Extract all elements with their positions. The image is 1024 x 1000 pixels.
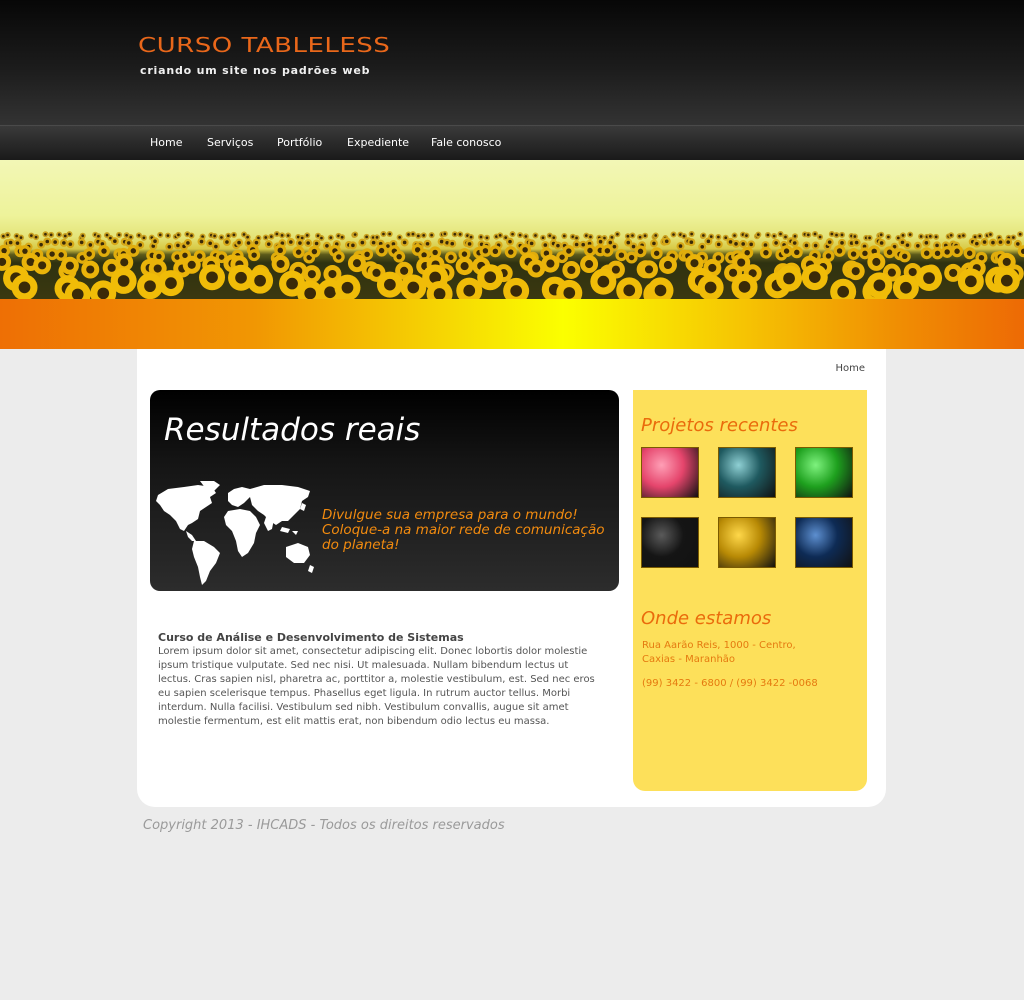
article: Curso de Análise e Desenvolvimento de Si… xyxy=(158,631,598,729)
feature-text: Divulgue sua empresa para o mundo! Coloq… xyxy=(322,507,605,553)
address-line-1: Rua Aarão Reis, 1000 - Centro, xyxy=(642,640,796,651)
content-area: Home Resultados reais Divulgue sua empre… xyxy=(137,349,886,807)
feature-title: Resultados reais xyxy=(164,412,421,448)
location-heading: Onde estamos xyxy=(641,608,772,629)
logo-title[interactable]: Curso Tableless xyxy=(138,34,390,57)
logo-subtitle: criando um site nos padrões web xyxy=(140,64,371,77)
article-title: Curso de Análise e Desenvolvimento de Si… xyxy=(158,631,464,644)
site-header: Curso Tableless criando um site nos padr… xyxy=(0,0,1024,125)
phone-numbers: (99) 3422 - 6800 / (99) 3422 -0068 xyxy=(642,678,818,689)
main-nav: Home Serviços Portfólio Expediente Fale … xyxy=(0,125,1024,160)
footer-copyright: Copyright 2013 - IHCADS - Todos os direi… xyxy=(143,818,505,833)
project-thumbnail[interactable] xyxy=(795,447,853,498)
project-thumbnail[interactable] xyxy=(718,517,776,568)
project-thumbnail[interactable] xyxy=(795,517,853,568)
nav-item-home[interactable]: Home xyxy=(150,136,182,149)
nav-item-portfolio[interactable]: Portfólio xyxy=(277,136,322,149)
feature-box: Resultados reais Divulgue sua empresa pa… xyxy=(150,390,619,591)
project-thumbnail[interactable] xyxy=(641,447,699,498)
breadcrumb[interactable]: Home xyxy=(835,363,865,374)
sunflower-field-image xyxy=(0,230,1024,299)
project-thumbnail[interactable] xyxy=(641,517,699,568)
nav-item-servicos[interactable]: Serviços xyxy=(207,136,253,149)
orange-gradient-band xyxy=(0,299,1024,349)
nav-item-expediente[interactable]: Expediente xyxy=(347,136,409,149)
sidebar: Projetos recentes Onde estamos Rua Aarão… xyxy=(633,390,867,791)
nav-item-fale-conosco[interactable]: Fale conosco xyxy=(431,136,501,149)
article-body: Lorem ipsum dolor sit amet, consectetur … xyxy=(158,646,595,727)
projects-heading: Projetos recentes xyxy=(641,415,798,436)
address-line-2: Caxias - Maranhão xyxy=(642,654,736,665)
project-thumbnail[interactable] xyxy=(718,447,776,498)
sunflower-banner xyxy=(0,160,1024,299)
world-map-icon xyxy=(156,481,314,585)
